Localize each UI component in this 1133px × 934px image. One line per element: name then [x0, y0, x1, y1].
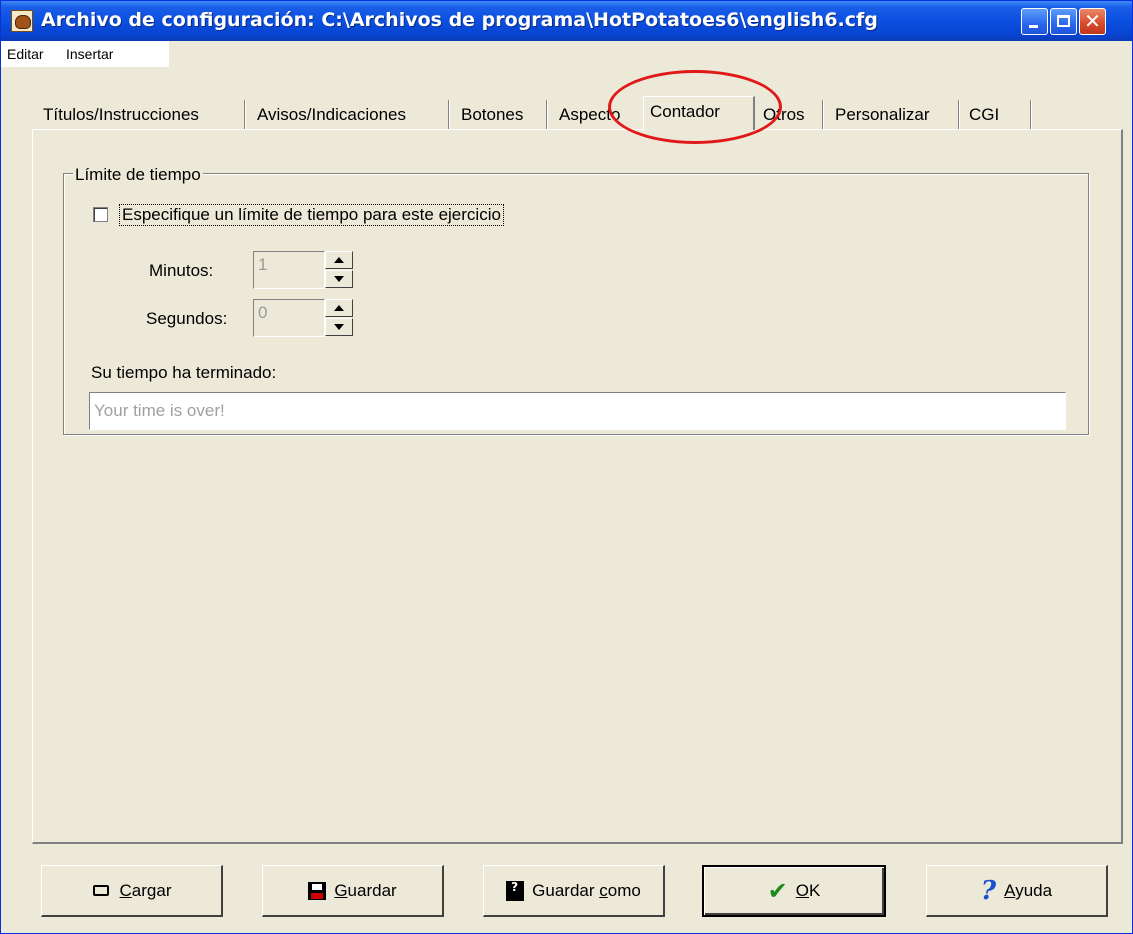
save-label: Guardar	[334, 880, 397, 900]
floppy-save-as-icon	[506, 880, 525, 901]
help-label: Ayuda	[1004, 880, 1053, 900]
minutes-up-arrow-icon[interactable]	[325, 251, 353, 269]
time-limit-checkbox[interactable]	[93, 207, 108, 222]
tab-aspecto[interactable]: Aspecto	[553, 101, 641, 129]
tab-botones[interactable]: Botones	[455, 101, 545, 129]
time-limit-group-title: Límite de tiempo	[73, 165, 203, 185]
load-label: Cargar	[119, 880, 172, 900]
minutes-down-arrow-icon[interactable]	[325, 270, 353, 288]
hotpotatoes-app-icon	[11, 10, 33, 32]
menu-editar[interactable]: Editar	[7, 46, 44, 62]
tab-contador-label: Contador	[650, 102, 720, 121]
save-as-label: Guardar como	[532, 880, 641, 900]
window-title: Archivo de configuración: C:\Archivos de…	[41, 9, 878, 31]
load-button[interactable]: Cargar	[41, 865, 223, 917]
minutes-input[interactable]: 1	[253, 251, 325, 289]
menu-bar: Editar Insertar	[1, 41, 1132, 68]
ok-label: OK	[795, 881, 821, 900]
seconds-up-arrow-icon[interactable]	[325, 299, 353, 317]
tab-otros[interactable]: Otros	[757, 101, 821, 129]
ok-button[interactable]: ✔ OK	[702, 865, 886, 917]
tab-avisos-indicaciones[interactable]: Avisos/Indicaciones	[251, 101, 447, 129]
seconds-down-arrow-icon[interactable]	[325, 318, 353, 336]
save-as-button[interactable]: Guardar como	[483, 865, 665, 917]
close-icon: ✕	[1084, 9, 1101, 33]
config-window: Archivo de configuración: C:\Archivos de…	[0, 0, 1133, 934]
folder-open-icon	[92, 881, 112, 901]
timeout-message-field[interactable]	[89, 392, 1066, 430]
tab-personalizar[interactable]: Personalizar	[829, 101, 957, 129]
help-question-icon: ?	[980, 875, 997, 906]
save-button[interactable]: Guardar	[262, 865, 444, 917]
seconds-input[interactable]: 0	[253, 299, 325, 337]
minutes-spinner	[325, 251, 355, 289]
minimize-button[interactable]	[1021, 8, 1048, 35]
tab-contador[interactable]: Contador	[643, 96, 755, 130]
tab-cgi[interactable]: CGI	[963, 101, 1029, 129]
seconds-spinner	[325, 299, 355, 337]
close-button[interactable]: ✕	[1079, 8, 1106, 35]
help-button[interactable]: ? Ayuda	[926, 865, 1108, 917]
floppy-disk-icon	[308, 881, 327, 900]
tab-titulos-instrucciones[interactable]: Títulos/Instrucciones	[37, 101, 243, 129]
minutes-label: Minutos:	[149, 261, 214, 280]
time-limit-checkbox-label[interactable]: Especifique un límite de tiempo para est…	[119, 204, 504, 226]
checkmark-icon: ✔	[767, 877, 788, 905]
title-bar[interactable]: Archivo de configuración: C:\Archivos de…	[1, 1, 1132, 41]
maximize-button[interactable]	[1050, 8, 1077, 35]
seconds-label: Segundos:	[146, 309, 228, 328]
menu-insertar[interactable]: Insertar	[66, 46, 113, 62]
timeout-message-label: Su tiempo ha terminado:	[91, 363, 277, 382]
